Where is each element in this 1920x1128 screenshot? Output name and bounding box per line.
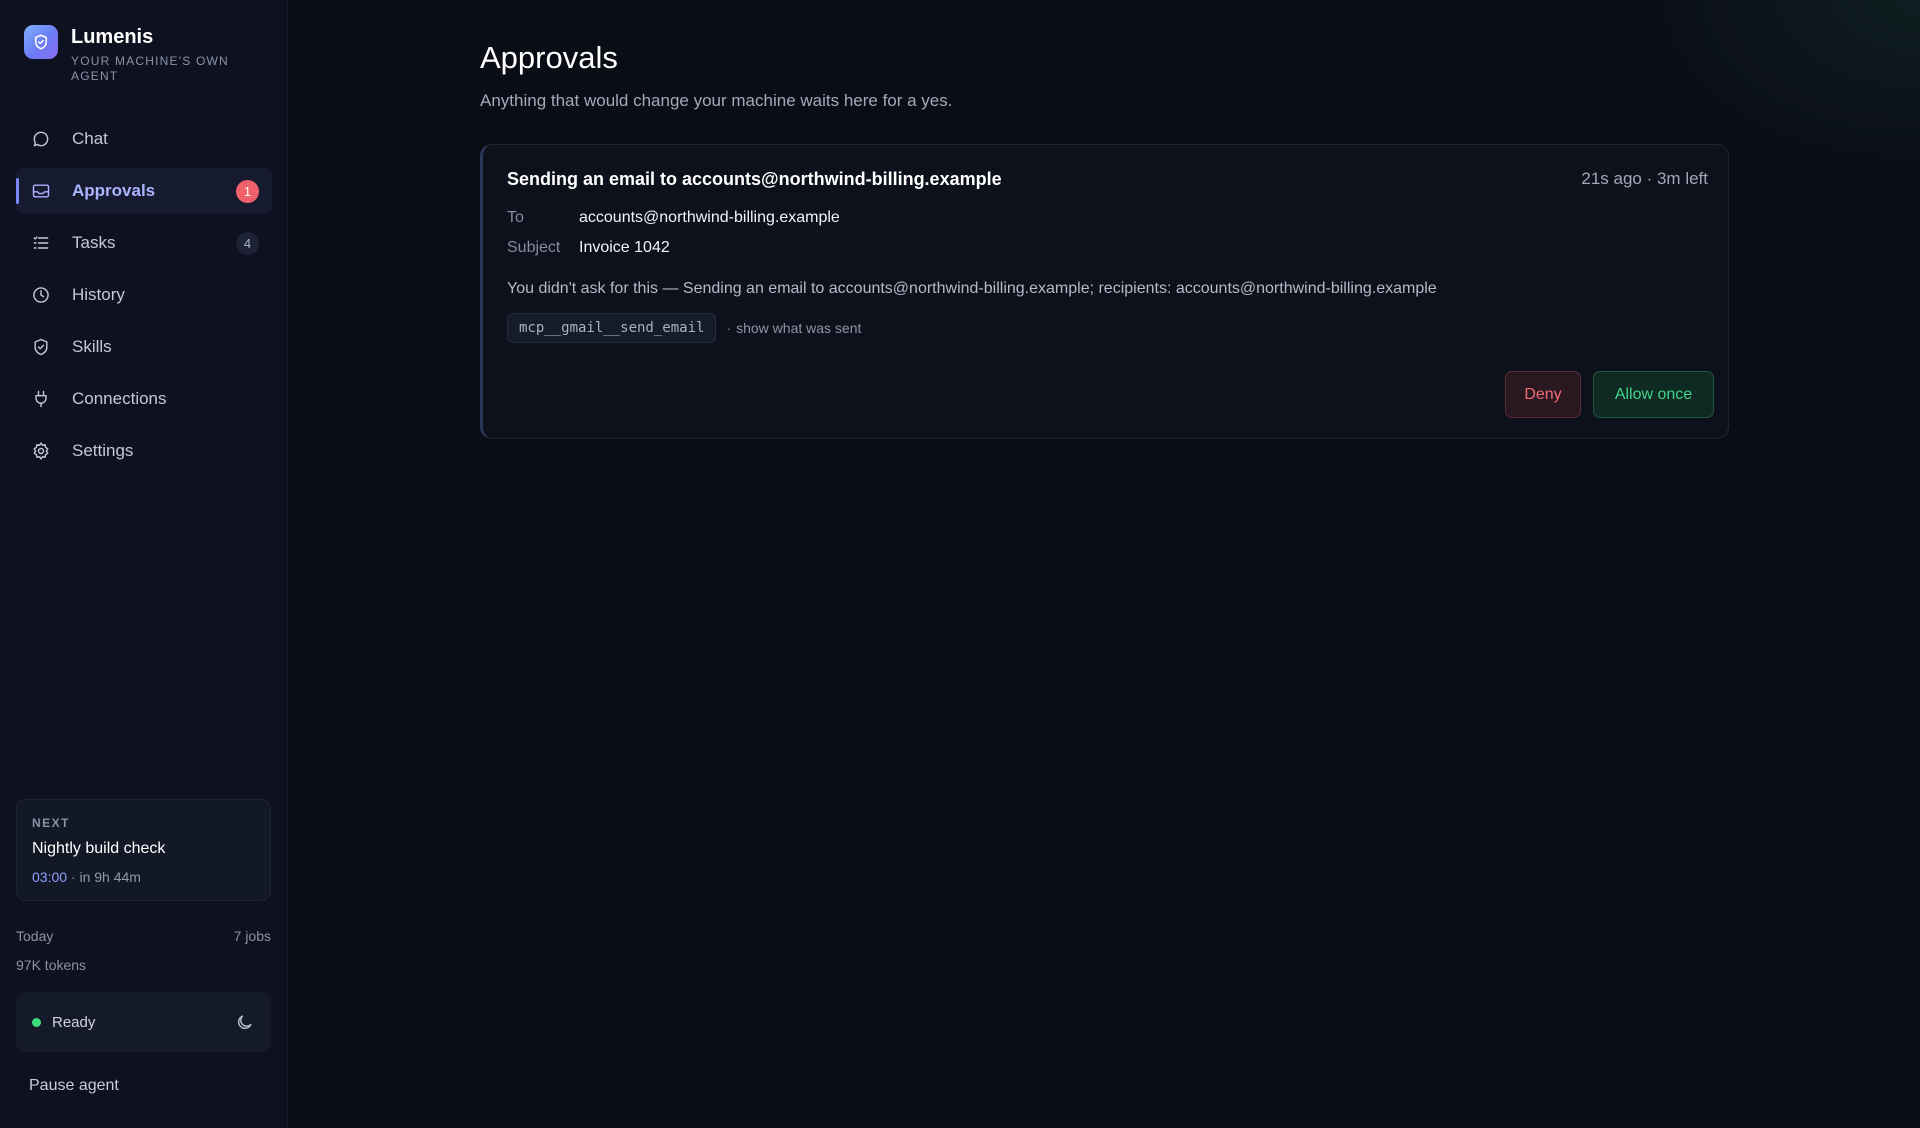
sidebar-item-chat[interactable]: Chat [16, 116, 272, 162]
sidebar-item-label: Connections [72, 389, 167, 408]
to-value: accounts@northwind-billing.example [579, 209, 840, 226]
sidebar-item-label: Chat [72, 129, 108, 148]
next-label: NEXT [32, 816, 71, 830]
tool-name-chip: mcp__gmail__send_email [507, 313, 717, 343]
page-subtitle: Anything that would change your machine … [480, 91, 953, 110]
to-label: To [507, 209, 524, 226]
brand: Lumenis YOUR MACHINE'S OWN AGENT [24, 25, 241, 84]
tool-row: mcp__gmail__send_email · show what was s… [507, 313, 861, 343]
sidebar-item-skills[interactable]: Skills [16, 324, 272, 370]
shield-check-icon [30, 336, 52, 358]
brand-name: Lumenis [71, 26, 154, 48]
sidebar-item-history[interactable]: History [16, 272, 272, 318]
status-text: Ready [52, 1013, 96, 1031]
plug-icon [30, 388, 52, 410]
page-title: Approvals [480, 40, 618, 75]
app-root: Lumenis YOUR MACHINE'S OWN AGENT Chat Ap… [0, 0, 1920, 1128]
allow-once-button[interactable]: Allow once [1593, 371, 1714, 418]
sidebar-item-label: Settings [72, 441, 134, 460]
stats-tokens: 97K tokens [16, 957, 87, 973]
approval-description: You didn't ask for this — Sending an ema… [507, 280, 1437, 297]
stats-jobs: 7 jobs [233, 928, 271, 944]
moon-icon[interactable] [233, 1011, 255, 1033]
gear-icon [30, 440, 52, 462]
sidebar-item-label: Approvals [72, 181, 156, 200]
inbox-icon [30, 180, 52, 202]
usage-stats: Today 7 jobs 97K tokens [16, 928, 271, 973]
agent-status: Ready [16, 992, 271, 1052]
show-what-was-sent-link[interactable]: show what was sent [736, 320, 861, 336]
sidebar-item-label: Skills [72, 337, 112, 356]
sidebar-item-approvals[interactable]: Approvals 1 [16, 168, 272, 214]
subject-value: Invoice 1042 [579, 239, 670, 256]
next-job-card[interactable]: NEXT Nightly build check 03:00 · in 9h 4… [16, 799, 271, 901]
chat-bubble-icon [30, 128, 52, 150]
next-job-relative: · in 9h 44m [67, 869, 141, 885]
tasks-count-badge: 4 [236, 232, 259, 255]
sidebar-item-label: Tasks [72, 233, 116, 252]
sidebar-item-tasks[interactable]: Tasks 4 [16, 220, 272, 266]
subject-field: Subject Invoice 1042 [507, 239, 670, 257]
subject-label: Subject [507, 239, 561, 256]
deny-button[interactable]: Deny [1505, 371, 1581, 418]
sidebar: Lumenis YOUR MACHINE'S OWN AGENT Chat Ap… [0, 0, 288, 1128]
sidebar-item-connections[interactable]: Connections [16, 376, 272, 422]
sidebar-item-settings[interactable]: Settings [16, 428, 272, 474]
sidebar-item-label: History [72, 285, 125, 304]
next-job-meta: 03:00 · in 9h 44m [32, 869, 255, 885]
sidebar-nav: Chat Approvals 1 Tasks 4 History Skills … [16, 116, 272, 480]
next-job-title: Nightly build check [32, 840, 166, 857]
tool-separator: · [726, 320, 732, 336]
approval-title: Sending an email to accounts@northwind-b… [507, 169, 1002, 189]
approval-card: Sending an email to accounts@northwind-b… [480, 144, 1729, 439]
main-content: Approvals Anything that would change you… [288, 0, 1920, 1128]
next-job-time: 03:00 [32, 869, 68, 885]
clock-icon [30, 284, 52, 306]
list-icon [30, 232, 52, 254]
shield-logo-icon [24, 25, 58, 59]
stats-today-label: Today [16, 928, 54, 944]
approvals-count-badge: 1 [236, 180, 259, 203]
approval-time: 21s ago · 3m left [1581, 169, 1708, 188]
to-field: To accounts@northwind-billing.example [507, 209, 840, 227]
pause-agent-button[interactable]: Pause agent [29, 1077, 119, 1095]
brand-tagline: YOUR MACHINE'S OWN AGENT [71, 54, 229, 83]
status-indicator-dot [32, 1017, 41, 1027]
